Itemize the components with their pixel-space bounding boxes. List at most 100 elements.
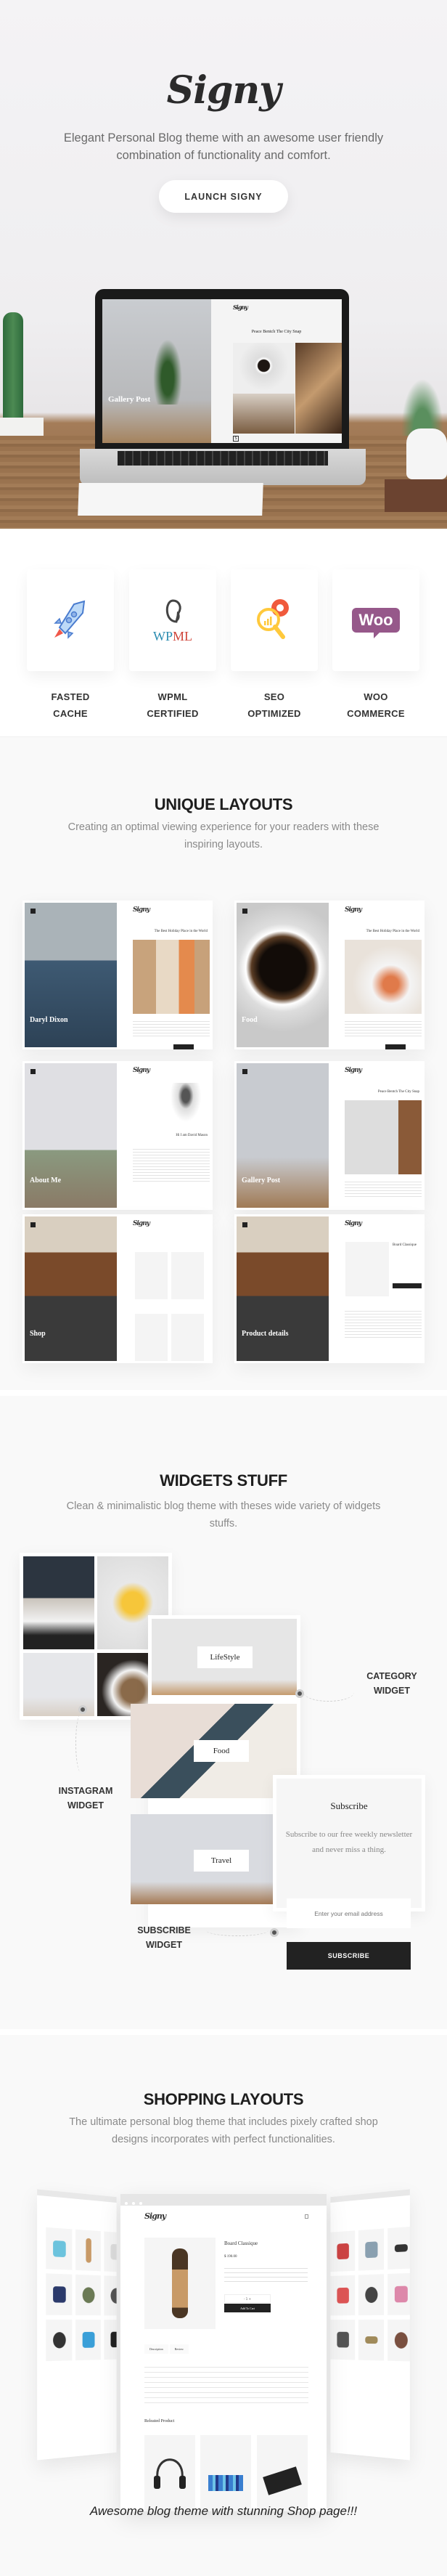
wpml-logo-icon: WPML bbox=[153, 597, 192, 644]
product-thumb bbox=[46, 2273, 73, 2315]
layout-caption: Shop bbox=[30, 1330, 46, 1338]
layout-preview-about[interactable]: About Me Signy Hi I am David Mason bbox=[22, 1061, 213, 1210]
cake-image bbox=[233, 394, 295, 434]
text-lines bbox=[345, 1309, 422, 1338]
feature-card bbox=[231, 569, 318, 671]
category-tag[interactable]: Food bbox=[194, 1740, 249, 1762]
category-tag[interactable]: Travel bbox=[194, 1850, 249, 1872]
laptop-screen: Gallery Post Signy Peace Bentch The City… bbox=[102, 299, 342, 443]
section-subtitle: Clean & minimalistic blog theme with the… bbox=[66, 1500, 381, 1529]
feature-card bbox=[27, 569, 114, 671]
layout-preview-product[interactable]: Product details Signy Board Classique bbox=[234, 1214, 425, 1363]
section-title: SHOPPING LAYOUTS bbox=[143, 2090, 304, 2108]
layout-preview-food[interactable]: Food Signy The Best Holiday Place in the… bbox=[234, 901, 425, 1049]
section-title: WIDGETS STUFF bbox=[160, 1471, 287, 1490]
product-thumb bbox=[75, 2274, 101, 2316]
product-thumb bbox=[46, 2227, 73, 2270]
feature-seo-optimized: SEO OPTIMIZED bbox=[231, 569, 318, 722]
hero-section: Signy Elegant Personal Blog theme with a… bbox=[0, 0, 447, 529]
category-connector-line bbox=[303, 1683, 354, 1702]
layout-logo: Signy bbox=[133, 1067, 150, 1074]
layout-preview-profile[interactable]: Daryl Dixon Signy The Best Holiday Place… bbox=[22, 901, 213, 1049]
tab-review[interactable]: Review bbox=[169, 2344, 189, 2354]
instagram-connector-line bbox=[75, 1714, 86, 1772]
product-thumb bbox=[104, 2231, 117, 2272]
text-lines bbox=[133, 1019, 210, 1038]
screen-post-title: Peace Bentch The City Snap bbox=[251, 330, 302, 334]
category-lifestyle-image[interactable]: LifeStyle bbox=[152, 1619, 297, 1695]
layout-post-title: Board Classique bbox=[393, 1243, 417, 1247]
layout-logo: Signy bbox=[133, 1220, 150, 1227]
product-thumb bbox=[46, 2319, 73, 2362]
screen-gallery-photo: Gallery Post bbox=[102, 299, 211, 443]
instagram-photo-coffee[interactable] bbox=[23, 1556, 94, 1649]
instagram-widget-label: INSTAGRAM WIDGET bbox=[58, 1786, 113, 1811]
add-to-cart-button[interactable]: Add To Cart bbox=[224, 2304, 271, 2312]
laptop-keyboard bbox=[80, 449, 366, 485]
leather-notebook-image bbox=[385, 479, 447, 512]
tab-description[interactable]: Description bbox=[144, 2344, 168, 2354]
layout-post-title: Peace Bentch The City Snap bbox=[377, 1090, 419, 1094]
launch-signy-button[interactable]: LAUNCH SIGNY bbox=[159, 180, 288, 213]
layout-caption: About Me bbox=[30, 1177, 62, 1185]
product-thumb bbox=[171, 1252, 204, 1299]
layout-preview-shop[interactable]: Shop Signy bbox=[22, 1214, 213, 1363]
product-detail-preview: Signy Board Classique $ 190.00 - 1 + Add… bbox=[120, 2194, 327, 2511]
product-price: $ 190.00 bbox=[224, 2255, 237, 2259]
feature-label: SEO OPTIMIZED bbox=[247, 691, 301, 719]
text-lines bbox=[133, 1147, 210, 1183]
subscribe-button[interactable]: SUBSCRIBE bbox=[287, 1942, 411, 1970]
instagram-pointer-dot bbox=[78, 1705, 87, 1714]
subscribe-connector-line bbox=[206, 1925, 268, 1936]
layout-post-title: The Best Holiday Place in the World bbox=[366, 930, 419, 933]
product-thumb bbox=[358, 2274, 385, 2316]
screen-dropcap: S bbox=[233, 436, 239, 442]
hero-tagline: Elegant Personal Blog theme with an awes… bbox=[63, 131, 384, 162]
shop-logo: Signy bbox=[144, 2211, 166, 2221]
feature-label: WOO COMMERCE bbox=[347, 691, 405, 719]
paper-notebook-image bbox=[78, 483, 263, 516]
woo-logo-icon: Woo bbox=[352, 608, 400, 638]
layout-caption: Product details bbox=[242, 1330, 289, 1338]
browser-bar bbox=[37, 2189, 117, 2203]
screen-logo: Signy bbox=[233, 304, 248, 311]
features-section: FASTED CACHE WPML WPML CERTIFIED SEO OPT… bbox=[0, 529, 447, 736]
layout-logo: Signy bbox=[345, 1067, 362, 1074]
layout-photo: About Me bbox=[25, 1063, 117, 1208]
feature-card: Woo bbox=[332, 569, 419, 671]
feature-wpml-certified: WPML WPML CERTIFIED bbox=[129, 569, 216, 722]
rocket-icon bbox=[54, 600, 86, 639]
layout-preview-gallery[interactable]: Gallery Post Signy Peace Bentch The City… bbox=[234, 1061, 425, 1210]
coffee-gallery-image bbox=[345, 1100, 422, 1174]
quantity-stepper[interactable]: - 1 + bbox=[224, 2294, 271, 2303]
product-thumb bbox=[358, 2228, 385, 2271]
menu-icon bbox=[30, 909, 36, 914]
snake-plant-image bbox=[153, 339, 182, 405]
headphones-icon bbox=[154, 2458, 186, 2489]
subscribe-widget: Subscribe Subscribe to our free weekly n… bbox=[273, 1775, 425, 1911]
section-title: UNIQUE LAYOUTS bbox=[154, 795, 293, 813]
category-travel-image[interactable]: Travel bbox=[131, 1814, 297, 1904]
screen-gallery-title: Gallery Post bbox=[108, 395, 151, 404]
screen-post-panel: Signy Peace Bentch The City Snap S bbox=[211, 299, 342, 443]
category-tag[interactable]: LifeStyle bbox=[197, 1646, 253, 1668]
read-more-button bbox=[385, 1044, 406, 1049]
email-field[interactable] bbox=[287, 1898, 411, 1928]
product-thumb bbox=[75, 2229, 101, 2272]
section-subtitle: Creating an optimal viewing experience f… bbox=[67, 821, 380, 850]
skateboard-image bbox=[172, 2248, 188, 2318]
subscribe-description: Subscribe to our free weekly newsletter … bbox=[285, 1830, 413, 1854]
text-lines bbox=[345, 1179, 422, 1198]
wpml-bubble-icon bbox=[165, 598, 181, 623]
menu-icon bbox=[30, 1069, 36, 1074]
menu-icon bbox=[242, 1222, 247, 1227]
section-subtitle: The ultimate personal blog theme that in… bbox=[69, 2116, 378, 2145]
menu-icon bbox=[242, 909, 247, 914]
white-pot-image bbox=[406, 428, 447, 479]
feature-woo-commerce: Woo WOO COMMERCE bbox=[332, 569, 419, 722]
category-food-image[interactable]: Food bbox=[131, 1704, 297, 1798]
layout-post-title: Hi I am David Mason bbox=[176, 1134, 208, 1137]
layout-caption: Gallery Post bbox=[242, 1177, 281, 1185]
product-thumb bbox=[104, 2275, 117, 2316]
cart-icon[interactable] bbox=[305, 2214, 308, 2219]
